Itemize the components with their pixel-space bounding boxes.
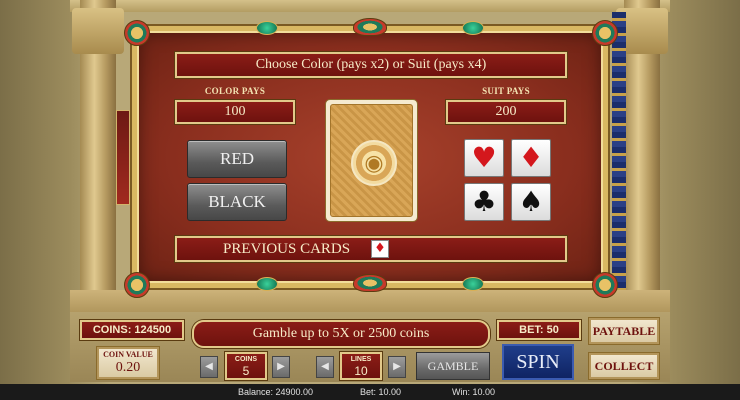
previous-cards-label: PREVIOUS CARDS	[223, 241, 351, 257]
status-bar: Balance: 24900.00 Bet: 10.00 Win: 10.00	[0, 384, 740, 400]
coin-value-amount: 0.20	[115, 360, 141, 375]
coins-value: 5	[242, 364, 250, 378]
diamond-suit-button[interactable]: ♦	[511, 139, 551, 177]
club-suit-button[interactable]: ♣	[464, 183, 504, 221]
coin-value-selector[interactable]: COIN VALUE 0.20	[96, 346, 160, 380]
coins-stepper: COINS 5	[225, 352, 267, 380]
gem-icon	[462, 21, 484, 35]
red-button[interactable]: RED	[187, 140, 287, 178]
scarab-corner-icon	[592, 20, 618, 46]
gamble-button[interactable]: GAMBLE	[416, 352, 490, 380]
collect-button[interactable]: COLLECT	[588, 352, 660, 380]
paytable-button[interactable]: PAYTABLE	[588, 317, 660, 345]
scarab-bottom-ornament-icon	[353, 274, 387, 292]
previous-card-diamond: ♦	[371, 240, 389, 258]
win-text: Win: 10.00	[452, 387, 496, 397]
suit-pays-label: SUIT PAYS	[482, 86, 530, 96]
scarab-corner-icon	[592, 272, 618, 298]
gem-icon	[462, 277, 484, 291]
scarab-corner-icon	[124, 272, 150, 298]
suit-pays-value: 200	[446, 100, 566, 124]
color-pays-value: 100	[175, 100, 295, 124]
card-back: ◉	[330, 104, 413, 217]
gamble-title: Choose Color (pays x2) or Suit (pays x4)	[175, 52, 567, 78]
bet-text: Bet: 10.00	[360, 387, 402, 397]
scarab-top-ornament-icon	[353, 18, 387, 36]
gamble-message: Gamble up to 5X or 2500 coins	[192, 320, 490, 348]
spin-button[interactable]: SPIN	[502, 344, 574, 380]
left-pillar-capital	[72, 8, 124, 54]
coins-increase-button[interactable]: ▶	[272, 356, 290, 378]
spade-suit-button[interactable]: ♠	[511, 183, 551, 221]
lines-value: 10	[354, 364, 368, 378]
left-reel-edge	[116, 110, 130, 205]
bet-display: BET: 50	[497, 320, 581, 340]
coin-value-label: COIN VALUE	[103, 350, 153, 359]
lines-decrease-button[interactable]: ◀	[316, 356, 334, 378]
color-pays-label: COLOR PAYS	[204, 86, 266, 96]
gem-icon	[256, 277, 278, 291]
scarab-corner-icon	[124, 20, 150, 46]
previous-cards-bar: PREVIOUS CARDS ♦	[175, 236, 567, 262]
scarab-icon: ◉	[351, 140, 397, 186]
heart-suit-button[interactable]: ♥	[464, 139, 504, 177]
gem-icon	[256, 21, 278, 35]
lines-label: LINES	[350, 356, 372, 363]
face-down-card: ◉	[325, 99, 418, 222]
temple-top-frieze	[70, 0, 670, 12]
coins-display: COINS: 124500	[80, 320, 184, 340]
lines-stepper: LINES 10	[340, 352, 382, 380]
coins-label: COINS	[234, 356, 258, 363]
black-button[interactable]: BLACK	[187, 183, 287, 221]
balance-text: Balance: 24900.00	[238, 387, 314, 397]
coins-decrease-button[interactable]: ◀	[200, 356, 218, 378]
lines-increase-button[interactable]: ▶	[388, 356, 406, 378]
right-reel-edge	[612, 12, 626, 312]
